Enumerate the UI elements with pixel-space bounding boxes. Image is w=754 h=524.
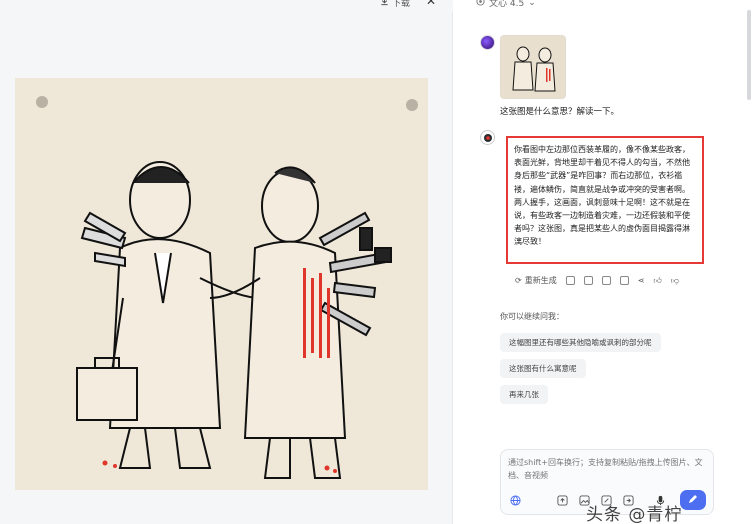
document-icon[interactable] [583,276,593,285]
suggestions-title: 你可以继续问我： [500,312,564,321]
chat-input[interactable] [508,456,708,484]
user-avatar [480,35,495,50]
model-selector[interactable]: 文心 4.5 ⌄ [476,0,536,9]
answer-actions: ⟳ 重新生成 ⋖ 👍︎ 👎︎ [515,275,679,286]
watermark-text: 头条 @青柠 [586,505,683,524]
send-icon [689,495,697,503]
uploaded-image-thumbnail[interactable] [500,35,566,99]
web-search-icon[interactable] [509,494,521,506]
share-icon[interactable]: ⋖ [638,276,645,285]
image-viewer: 下载 ✕ [0,0,453,524]
model-name: 文心 4.5 [489,0,525,9]
suggestion-chip[interactable]: 再来几张 [500,385,548,404]
thumbs-down-icon[interactable]: 👎︎ [671,276,679,286]
send-button[interactable] [680,490,706,510]
edit-icon[interactable] [601,276,611,285]
chevron-down-icon: ⌄ [528,0,536,8]
close-icon: ✕ [426,0,437,8]
suggestion-chip[interactable]: 这张图有什么寓意呢 [500,359,586,378]
answer-text: 你看图中左边那位西装革履的，像不像某些政客，表面光鲜，背地里却干着见不得人的勾当… [514,145,690,247]
download-icon [380,0,389,9]
copy-icon[interactable] [565,276,575,285]
assistant-logo-icon [483,133,492,142]
regenerate-label: 重新生成 [524,276,557,285]
thumbs-up-icon[interactable]: 👍︎ [653,276,661,286]
cartoon-illustration [15,78,428,490]
image-icon[interactable] [619,276,629,285]
model-icon [476,0,485,9]
suggestion-chip[interactable]: 这幅图里还有哪些其他隐喻或讽刺的部分呢 [500,333,661,352]
upload-file-icon[interactable] [556,494,568,506]
download-label: 下载 [392,0,411,9]
cartoon-image[interactable] [15,78,428,490]
refresh-icon: ⟳ [515,276,522,285]
thumbnail-preview [501,36,565,98]
regenerate-button[interactable]: ⟳ 重新生成 [515,275,557,286]
download-button[interactable]: 下载 [380,0,410,9]
user-message: 这张图是什么意思？解读一下。 [500,107,620,117]
assistant-avatar [480,130,495,145]
scrollbar-thumb[interactable] [747,10,751,100]
close-button[interactable]: ✕ [426,0,436,8]
app-window: 下载 ✕ 文心 4.5 ⌄ 这张图是什么意思？解读一下。 你看图中左边那位西装革… [0,0,754,524]
assistant-answer: 你看图中左边那位西装革履的，像不像某些政客，表面光鲜，背地里却干着见不得人的勾当… [506,136,704,264]
